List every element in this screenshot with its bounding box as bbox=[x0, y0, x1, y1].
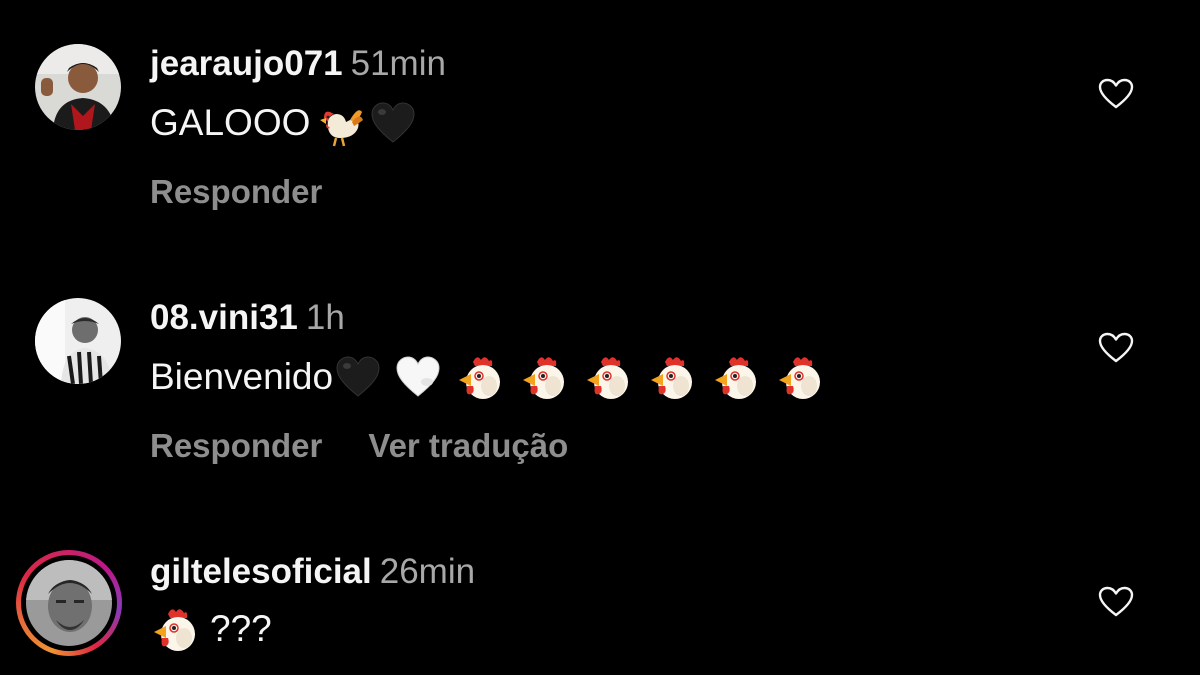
comment-item: giltelesoficial 26min ??? bbox=[0, 0, 1200, 675]
chicken-face-emoji bbox=[150, 604, 200, 654]
comment-header: giltelesoficial 26min bbox=[150, 552, 475, 592]
comment-text-content: ??? bbox=[210, 608, 272, 649]
comment-text: ??? bbox=[150, 604, 272, 654]
avatar[interactable] bbox=[26, 560, 112, 646]
heart-outline-icon[interactable] bbox=[1098, 586, 1134, 618]
username[interactable]: giltelesoficial bbox=[150, 552, 372, 591]
story-ring[interactable] bbox=[16, 550, 122, 656]
timestamp: 26min bbox=[379, 552, 476, 591]
